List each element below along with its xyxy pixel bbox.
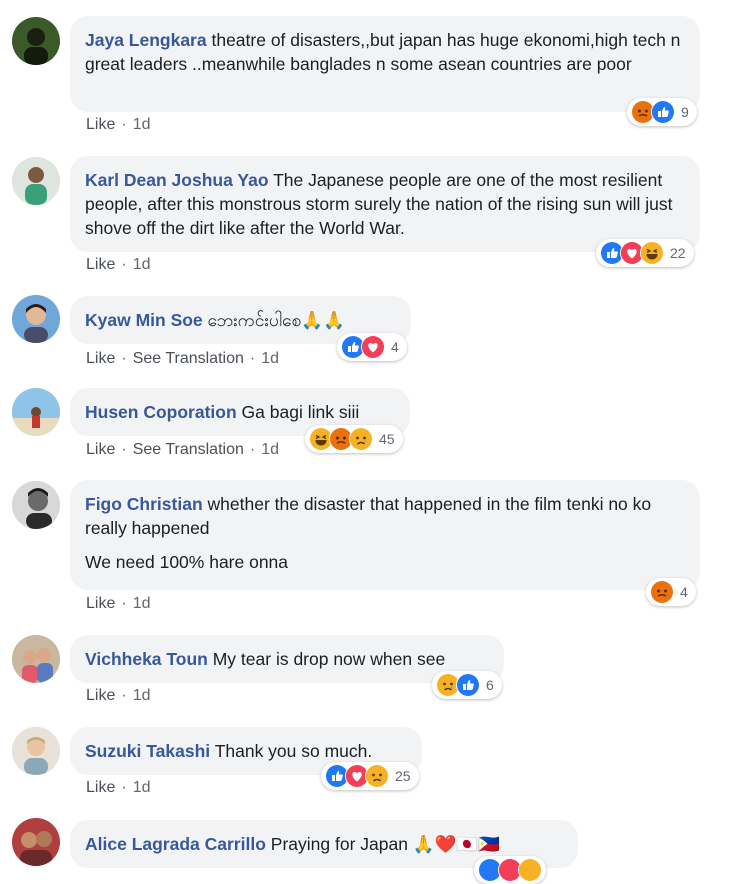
avatar[interactable] (12, 481, 60, 529)
comment-text: Praying for Japan 🙏❤️🇯🇵🇵🇭 (270, 834, 500, 854)
comment-author[interactable]: Jaya Lengkara (85, 30, 207, 50)
comment-text: Thank you so much. (214, 741, 373, 761)
comment-actions: Like · See Translation · 1d (86, 350, 279, 368)
comment-text: Ga bagi link siii (241, 402, 360, 422)
like-link[interactable]: Like (86, 687, 115, 704)
comment-time[interactable]: 1d (133, 687, 151, 704)
like-link[interactable]: Like (86, 256, 115, 273)
separator: · (121, 595, 127, 612)
comment-author[interactable]: Suzuki Takashi (85, 741, 210, 761)
reaction-count: 22 (670, 245, 686, 261)
reaction-summary[interactable]: 9 (627, 98, 697, 126)
separator: · (121, 441, 127, 458)
reaction-count: 9 (681, 104, 689, 120)
comment-time[interactable]: 1d (133, 779, 151, 796)
see-translation-link[interactable]: See Translation (133, 350, 244, 367)
comment-author[interactable]: Husen Coporation (85, 402, 237, 422)
comment-time[interactable]: 1d (133, 256, 151, 273)
reaction-count: 45 (379, 431, 395, 447)
reaction-summary[interactable]: 22 (596, 239, 694, 267)
separator: · (121, 256, 127, 273)
haha-icon (518, 858, 542, 882)
reaction-summary[interactable]: 25 (321, 762, 419, 790)
reaction-count: 25 (395, 768, 411, 784)
separator: · (121, 116, 127, 133)
comment-actions: Like · 1d (86, 256, 150, 274)
comment-bubble: Figo Christian whether the disaster that… (70, 480, 700, 590)
like-link[interactable]: Like (86, 595, 115, 612)
comment-actions: Like · See Translation · 1d (86, 441, 279, 459)
comment-actions: Like · 1d (86, 687, 150, 705)
comment-actions: Like · 1d (86, 779, 150, 797)
reaction-summary[interactable]: 4 (646, 578, 696, 606)
comment-actions: Like · 1d (86, 595, 150, 613)
comment-author[interactable]: Vichheka Toun (85, 649, 208, 669)
separator: · (121, 350, 127, 367)
reaction-count: 4 (680, 584, 688, 600)
avatar[interactable] (12, 17, 60, 65)
comment-text: ဘေးကင်းပါစေ🙏🙏 (207, 310, 345, 330)
comment-text: We need 100% hare onna (85, 552, 289, 572)
comment-time[interactable]: 1d (261, 441, 279, 458)
like-icon (456, 673, 480, 697)
like-link[interactable]: Like (86, 350, 115, 367)
reaction-summary[interactable]: 4 (337, 333, 407, 361)
separator: · (121, 779, 127, 796)
reaction-summary[interactable]: 45 (305, 425, 403, 453)
comment-bubble: Karl Dean Joshua Yao The Japanese people… (70, 156, 700, 252)
reaction-summary[interactable]: 6 (432, 671, 502, 699)
see-translation-link[interactable]: See Translation (133, 441, 244, 458)
like-link[interactable]: Like (86, 779, 115, 796)
comment-author[interactable]: Karl Dean Joshua Yao (85, 170, 269, 190)
comment-time[interactable]: 1d (133, 595, 151, 612)
comment-author[interactable]: Alice Lagrada Carrillo (85, 834, 266, 854)
angry-icon (650, 580, 674, 604)
sad-icon (349, 427, 373, 451)
comment-time[interactable]: 1d (261, 350, 279, 367)
separator: · (121, 687, 127, 704)
avatar[interactable] (12, 388, 60, 436)
comment-text: My tear is drop now when see (212, 649, 446, 669)
avatar[interactable] (12, 818, 60, 866)
comment-actions: Like · 1d (86, 116, 150, 134)
comment-bubble: Jaya Lengkara theatre of disasters,,but … (70, 16, 700, 112)
avatar[interactable] (12, 295, 60, 343)
separator: · (249, 350, 256, 367)
reaction-count: 4 (391, 339, 399, 355)
avatar[interactable] (12, 635, 60, 683)
like-link[interactable]: Like (86, 116, 115, 133)
reaction-count: 6 (486, 677, 494, 693)
comment-author[interactable]: Figo Christian (85, 494, 203, 514)
sad-icon (365, 764, 389, 788)
like-link[interactable]: Like (86, 441, 115, 458)
like-icon (651, 100, 675, 124)
haha-icon (640, 241, 664, 265)
love-icon (361, 335, 385, 359)
comment-time[interactable]: 1d (133, 116, 151, 133)
avatar[interactable] (12, 727, 60, 775)
avatar[interactable] (12, 157, 60, 205)
comment-author[interactable]: Kyaw Min Soe (85, 310, 203, 330)
reaction-summary[interactable] (474, 856, 546, 884)
separator: · (249, 441, 256, 458)
